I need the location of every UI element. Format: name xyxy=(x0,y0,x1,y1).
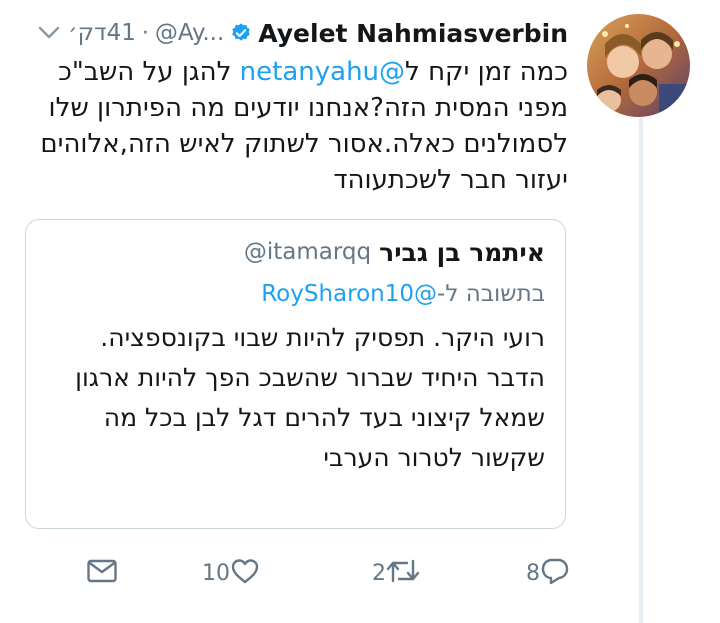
reply-count: 8 xyxy=(526,560,540,586)
tweet-header: Ayelet Nahmiasverbin @Ay... · 41דק׳ xyxy=(38,14,568,52)
separator-dot: · xyxy=(141,20,149,46)
author-handle[interactable]: @Ay... xyxy=(155,20,224,46)
direct-message-button[interactable] xyxy=(86,558,118,588)
quoted-author-name[interactable]: איתמר בן גביר xyxy=(379,238,545,267)
quoted-tweet[interactable]: איתמר בן גביר @itamarqq בתשובה ל-@RoySha… xyxy=(25,219,566,529)
thread-line xyxy=(639,118,643,623)
like-count: 10 xyxy=(202,560,230,586)
retweet-button[interactable]: 2 xyxy=(364,558,420,588)
retweet-icon xyxy=(386,558,420,588)
tweet-text: כמה זמן יקח ל@netanyahu להגן על השב"כ מפ… xyxy=(38,54,568,198)
tweet-time[interactable]: 41דק׳ xyxy=(68,20,136,46)
mention-link[interactable]: @netanyahu xyxy=(240,57,405,87)
like-icon xyxy=(230,557,260,589)
quoted-text: רועי היקר. תפסיק להיות שבוי בקונספציה. ה… xyxy=(75,323,545,472)
retweet-count: 2 xyxy=(372,560,386,586)
quoted-reply-handle[interactable]: @RoySharon10 xyxy=(261,281,437,307)
reply-icon xyxy=(540,557,570,589)
reply-button[interactable]: 8 xyxy=(518,557,570,589)
tweet-actions: 8 2 10 xyxy=(80,553,570,593)
author-name[interactable]: Ayelet Nahmiasverbin xyxy=(258,19,568,48)
quoted-header: איתמר בן גביר @itamarqq xyxy=(46,234,545,270)
like-button[interactable]: 10 xyxy=(194,557,260,589)
verified-badge-icon xyxy=(230,22,252,44)
quoted-reply-context: בתשובה ל-@RoySharon10 xyxy=(46,274,545,314)
direct-message-icon xyxy=(86,558,118,588)
quoted-author-handle[interactable]: @itamarqq xyxy=(244,239,371,265)
tweet-text-before-mention: כמה זמן יקח ל xyxy=(405,57,568,87)
avatar[interactable] xyxy=(587,14,690,117)
quoted-reply-prefix: בתשובה ל- xyxy=(437,281,545,307)
chevron-down-icon[interactable] xyxy=(38,26,60,40)
